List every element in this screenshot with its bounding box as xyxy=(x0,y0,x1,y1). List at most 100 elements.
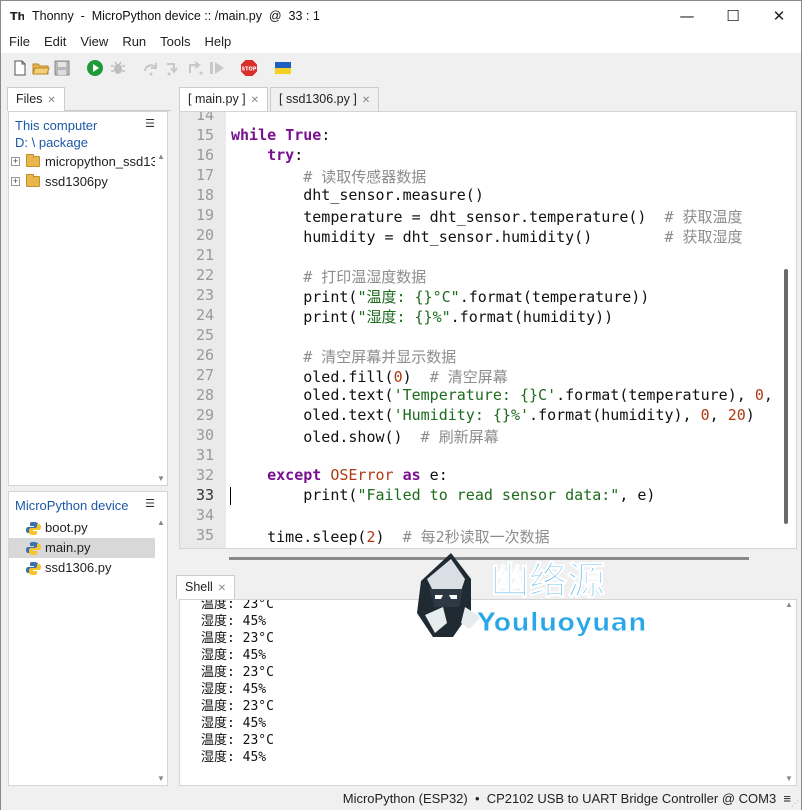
code-line[interactable]: # 读取传感器数据 xyxy=(231,166,426,187)
code-line[interactable]: oled.text('Temperature: {}C'.format(temp… xyxy=(231,386,773,404)
maximize-button[interactable]: ☐ xyxy=(710,1,756,31)
close-button[interactable]: ✕ xyxy=(756,1,802,31)
device-file-label: boot.py xyxy=(45,520,88,535)
debug-icon[interactable] xyxy=(109,59,127,77)
code-line[interactable]: try: xyxy=(231,146,303,164)
expand-icon[interactable]: + xyxy=(11,157,20,166)
code-line[interactable]: print("湿度: {}%".format(humidity)) xyxy=(231,306,613,327)
backend-status[interactable]: MicroPython (ESP32) • CP2102 USB to UART… xyxy=(343,791,791,806)
menu-file[interactable]: File xyxy=(1,31,30,53)
code-line[interactable]: oled.text('Humidity: {}%'.format(humidit… xyxy=(231,406,755,424)
line-number: 33 xyxy=(195,486,214,504)
text-cursor xyxy=(230,487,231,505)
save-icon[interactable] xyxy=(53,59,71,77)
device-header: MicroPython device ☰ xyxy=(9,492,167,518)
code-line[interactable]: humidity = dht_sensor.humidity() # 获取湿度 xyxy=(231,226,742,247)
scroll-down-icon[interactable]: ▼ xyxy=(156,474,166,483)
shell-output-line: 湿度: 45% xyxy=(201,750,267,765)
close-icon: ✕ xyxy=(772,7,786,25)
files-scrollbar[interactable]: ▲ ▼ xyxy=(155,152,167,485)
close-tab-icon[interactable]: ✕ xyxy=(251,95,259,106)
line-number: 32 xyxy=(195,466,214,484)
tab-ssd1306-py[interactable]: [ ssd1306.py ] ✕ xyxy=(270,87,380,111)
code-line[interactable]: except OSError as e: xyxy=(231,466,448,484)
minimize-icon: — xyxy=(679,7,695,25)
menu-view[interactable]: View xyxy=(72,31,108,53)
code-line[interactable]: print("Failed to read sensor data:", e) xyxy=(231,486,655,504)
step-out-icon[interactable] xyxy=(186,59,204,77)
scroll-up-icon[interactable]: ▲ xyxy=(156,152,166,161)
line-number: 34 xyxy=(195,506,214,524)
tab-main-py-label: [ main.py ] xyxy=(188,92,246,106)
tab-shell[interactable]: Shell ✕ xyxy=(176,575,236,599)
tree-item-label: micropython_ssd1306 xyxy=(45,154,167,169)
scroll-up-icon[interactable]: ▲ xyxy=(784,600,794,609)
line-number: 28 xyxy=(195,386,214,404)
resume-icon[interactable] xyxy=(208,59,226,77)
ukraine-flag-icon[interactable] xyxy=(274,59,292,77)
line-number: 35 xyxy=(195,526,214,544)
tree-row-folder[interactable]: + micropython_ssd1306 xyxy=(9,152,167,172)
device-file-row[interactable]: ssd1306.py xyxy=(9,558,167,578)
tab-files[interactable]: Files ✕ xyxy=(7,87,65,111)
code-line[interactable]: while True: xyxy=(231,126,330,144)
menu-tools[interactable]: Tools xyxy=(152,31,190,53)
files-menu-icon[interactable]: ☰ xyxy=(145,116,155,133)
editor-vertical-scrollbar[interactable] xyxy=(784,269,788,524)
code-line[interactable]: time.sleep(2) # 每2秒读取一次数据 xyxy=(231,526,550,547)
new-file-icon[interactable] xyxy=(11,59,29,77)
step-into-icon[interactable] xyxy=(164,59,182,77)
menu-bar: File Edit View Run Tools Help xyxy=(1,31,801,53)
code-editor[interactable]: 14 15 while True: 16 try: 17 # 读取传感器数据 18 dht… xyxy=(179,111,797,549)
folder-icon xyxy=(26,174,40,187)
device-menu-icon[interactable]: ☰ xyxy=(145,496,155,513)
scroll-down-icon[interactable]: ▼ xyxy=(784,774,794,783)
menu-edit[interactable]: Edit xyxy=(36,31,66,53)
close-tab-icon[interactable]: ✕ xyxy=(218,583,226,594)
line-number: 21 xyxy=(195,246,214,264)
files-tabbar: Files ✕ xyxy=(7,87,171,111)
line-number: 31 xyxy=(195,446,214,464)
stop-icon[interactable]: STOP xyxy=(240,59,258,77)
menu-run[interactable]: Run xyxy=(114,31,146,53)
shell-scrollbar[interactable]: ▲ ▼ xyxy=(780,600,796,785)
thonny-app-icon: Th xyxy=(10,9,25,23)
step-over-icon[interactable] xyxy=(142,59,160,77)
watermark: 幽络源 Youluoyuan xyxy=(413,549,669,639)
expand-icon[interactable]: + xyxy=(11,177,20,186)
line-number: 27 xyxy=(195,366,214,384)
device-scrollbar[interactable]: ▲ ▼ xyxy=(155,518,167,785)
code-line[interactable]: oled.show() # 刷新屏幕 xyxy=(231,426,498,447)
window-title: Thonny - MicroPython device :: /main.py … xyxy=(32,9,320,23)
code-area[interactable]: 14 15 while True: 16 try: 17 # 读取传感器数据 18 dht… xyxy=(180,112,796,548)
status-bar: MicroPython (ESP32) • CP2102 USB to UART… xyxy=(1,788,801,810)
line-number: 29 xyxy=(195,406,214,424)
tab-main-py[interactable]: [ main.py ] ✕ xyxy=(179,87,269,111)
resize-grip-icon[interactable]: ⋰ xyxy=(791,799,799,808)
menu-help[interactable]: Help xyxy=(197,31,232,53)
line-number: 18 xyxy=(195,186,214,204)
code-line[interactable]: print("温度: {}°C".format(temperature)) xyxy=(231,286,649,307)
run-icon[interactable] xyxy=(86,59,104,77)
close-tab-icon[interactable]: ✕ xyxy=(362,95,370,106)
device-file-row-selected[interactable]: main.py xyxy=(9,538,167,558)
open-file-icon[interactable] xyxy=(32,59,50,77)
code-line[interactable]: # 清空屏幕并显示数据 xyxy=(231,346,456,367)
minimize-button[interactable]: — xyxy=(664,1,710,31)
code-line[interactable]: oled.fill(0) # 清空屏幕 xyxy=(231,366,508,387)
tree-row-folder[interactable]: + ssd1306py xyxy=(9,172,167,192)
folder-icon xyxy=(26,154,40,167)
scroll-down-icon[interactable]: ▼ xyxy=(156,774,166,783)
scroll-up-icon[interactable]: ▲ xyxy=(156,518,166,527)
close-tab-icon[interactable]: ✕ xyxy=(47,95,55,106)
device-file-label: ssd1306.py xyxy=(45,560,112,575)
device-file-row[interactable]: boot.py xyxy=(9,518,167,538)
code-line[interactable]: dht_sensor.measure() xyxy=(231,186,484,204)
code-line[interactable]: temperature = dht_sensor.temperature() #… xyxy=(231,206,742,227)
location-path[interactable]: D: \ package xyxy=(15,134,167,151)
code-line[interactable]: # 打印温湿度数据 xyxy=(231,266,426,287)
line-number: 14 xyxy=(195,111,214,124)
files-pane: This computer D: \ package ☰ + micropyth… xyxy=(8,111,168,486)
line-number: 19 xyxy=(195,206,214,224)
line-number: 20 xyxy=(195,226,214,244)
